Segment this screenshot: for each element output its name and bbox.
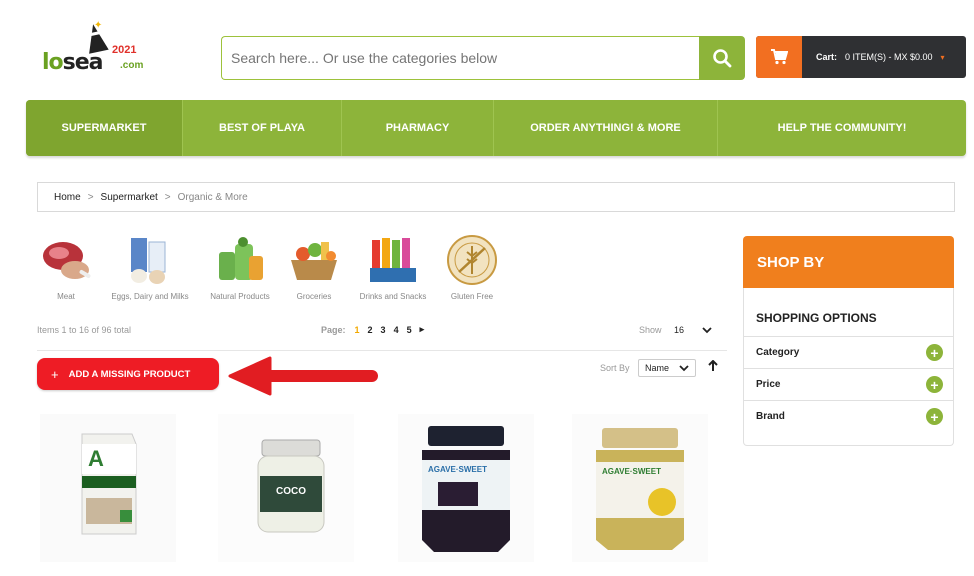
sort-value: Name (645, 363, 670, 373)
filter-label: Price (756, 379, 781, 390)
search-button[interactable] (699, 36, 745, 80)
sort-label: Sort By (600, 363, 630, 373)
category-eggs-dairy[interactable]: Eggs, Dairy and Milks (106, 234, 194, 306)
filter-label: Brand (756, 411, 785, 422)
expand-plus-icon: + (926, 376, 943, 393)
divider (37, 350, 727, 351)
product-card[interactable]: A (40, 414, 176, 562)
filter-category[interactable]: Category + (744, 336, 953, 368)
category-label: Drinks and Snacks (359, 292, 427, 301)
expand-plus-icon: + (926, 408, 943, 425)
logo-domain: .com (120, 60, 144, 71)
product-card[interactable]: COCO (218, 414, 354, 562)
logo-wordmark: losea (42, 50, 104, 75)
meat-icon (39, 234, 93, 286)
svg-text:A: A (88, 446, 104, 471)
natural-products-icon (213, 234, 267, 286)
agave-sweet-jam-dark-image: AGAVE·SWEET (398, 414, 534, 562)
logo-year: 2021 (112, 44, 137, 56)
next-page-icon[interactable]: ▸ (420, 324, 425, 335)
chevron-down-icon (702, 326, 712, 333)
agave-sweet-jam-light-image: AGAVE·SWEET (572, 414, 708, 562)
breadcrumb-separator: > (164, 191, 171, 203)
svg-text:AGAVE·SWEET: AGAVE·SWEET (602, 467, 661, 476)
filter-label: Category (756, 347, 800, 358)
category-label: Meat (57, 292, 75, 301)
category-drinks-snacks[interactable]: Drinks and Snacks (349, 234, 437, 306)
show-value: 16 (674, 325, 685, 335)
nav-item-order-anything[interactable]: ORDER ANYTHING! & MORE (494, 100, 718, 156)
breadcrumb-home[interactable]: Home (54, 192, 81, 203)
groceries-basket-icon (287, 234, 341, 286)
shopping-options-title: SHOPPING OPTIONS (756, 311, 877, 325)
show-per-page-select[interactable]: 16 (668, 321, 718, 339)
main-nav: SUPERMARKET BEST OF PLAYA PHARMACY ORDER… (26, 100, 966, 156)
page-4[interactable]: 4 (394, 325, 399, 335)
almond-milk-carton-image: A (40, 414, 176, 562)
shop-by-header: SHOP BY (743, 236, 954, 288)
add-missing-product-label: ADD A MISSING PRODUCT (68, 368, 191, 380)
drinks-snacks-icon (366, 234, 420, 286)
show-label: Show (639, 325, 662, 335)
coconut-oil-jar-image: COCO (218, 414, 354, 562)
chevron-down-icon: ▾ (940, 52, 945, 62)
gluten-free-badge-icon (445, 234, 499, 286)
search-icon (713, 49, 732, 68)
search-input[interactable] (221, 36, 701, 80)
breadcrumb-supermarket[interactable]: Supermarket (101, 192, 158, 203)
product-card[interactable]: AGAVE·SWEET (398, 414, 534, 562)
breadcrumb: Home > Supermarket > Organic & More (37, 182, 955, 212)
category-label: Gluten Free (450, 292, 494, 301)
nav-item-pharmacy[interactable]: PHARMACY (342, 100, 494, 156)
cart-icon (771, 49, 788, 65)
svg-text:AGAVE·SWEET: AGAVE·SWEET (428, 465, 487, 474)
cart-label: Cart: (816, 52, 838, 62)
sort-by-select[interactable]: Name (638, 359, 696, 377)
category-groceries[interactable]: Groceries (270, 234, 358, 306)
cart-button[interactable]: Cart: 0 ITEM(S) - MX $0.00 ▾ (756, 36, 966, 78)
site-logo[interactable]: ✦ 2021 losea .com (38, 20, 158, 84)
sort-direction-arrow-icon[interactable] (708, 359, 718, 375)
nav-item-help-community[interactable]: HELP THE COMMUNITY! (718, 100, 966, 156)
page-2[interactable]: 2 (368, 325, 373, 335)
product-card[interactable]: AGAVE·SWEET (572, 414, 708, 562)
breadcrumb-current: Organic & More (177, 191, 248, 203)
cart-summary: 0 ITEM(S) - MX $0.00 (845, 52, 933, 62)
dairy-icon (123, 234, 177, 286)
plus-icon: + (51, 366, 59, 382)
breadcrumb-separator: > (87, 191, 94, 203)
category-gluten-free[interactable]: Gluten Free (428, 234, 516, 306)
nav-item-best-of-playa[interactable]: BEST OF PLAYA (183, 100, 342, 156)
category-meat[interactable]: Meat (22, 234, 110, 306)
chevron-down-icon (679, 364, 689, 371)
nav-item-supermarket[interactable]: SUPERMARKET (26, 100, 183, 156)
filter-brand[interactable]: Brand + (744, 400, 953, 432)
category-label: Eggs, Dairy and Milks (111, 292, 189, 301)
category-label: Groceries (296, 292, 332, 301)
page-1: 1 (354, 324, 360, 335)
expand-plus-icon: + (926, 344, 943, 361)
svg-text:COCO: COCO (276, 486, 306, 497)
pagination: Page: 1 2 3 4 5 ▸ (321, 324, 424, 335)
page-5[interactable]: 5 (407, 325, 412, 335)
add-missing-product-button[interactable]: + ADD A MISSING PRODUCT (37, 358, 219, 390)
red-arrow-annotation-icon (228, 356, 378, 396)
cart-icon-container (756, 36, 802, 78)
page-label: Page: (321, 324, 346, 335)
filter-price[interactable]: Price + (744, 368, 953, 400)
page-3[interactable]: 3 (381, 325, 386, 335)
items-count: Items 1 to 16 of 96 total (37, 325, 132, 335)
